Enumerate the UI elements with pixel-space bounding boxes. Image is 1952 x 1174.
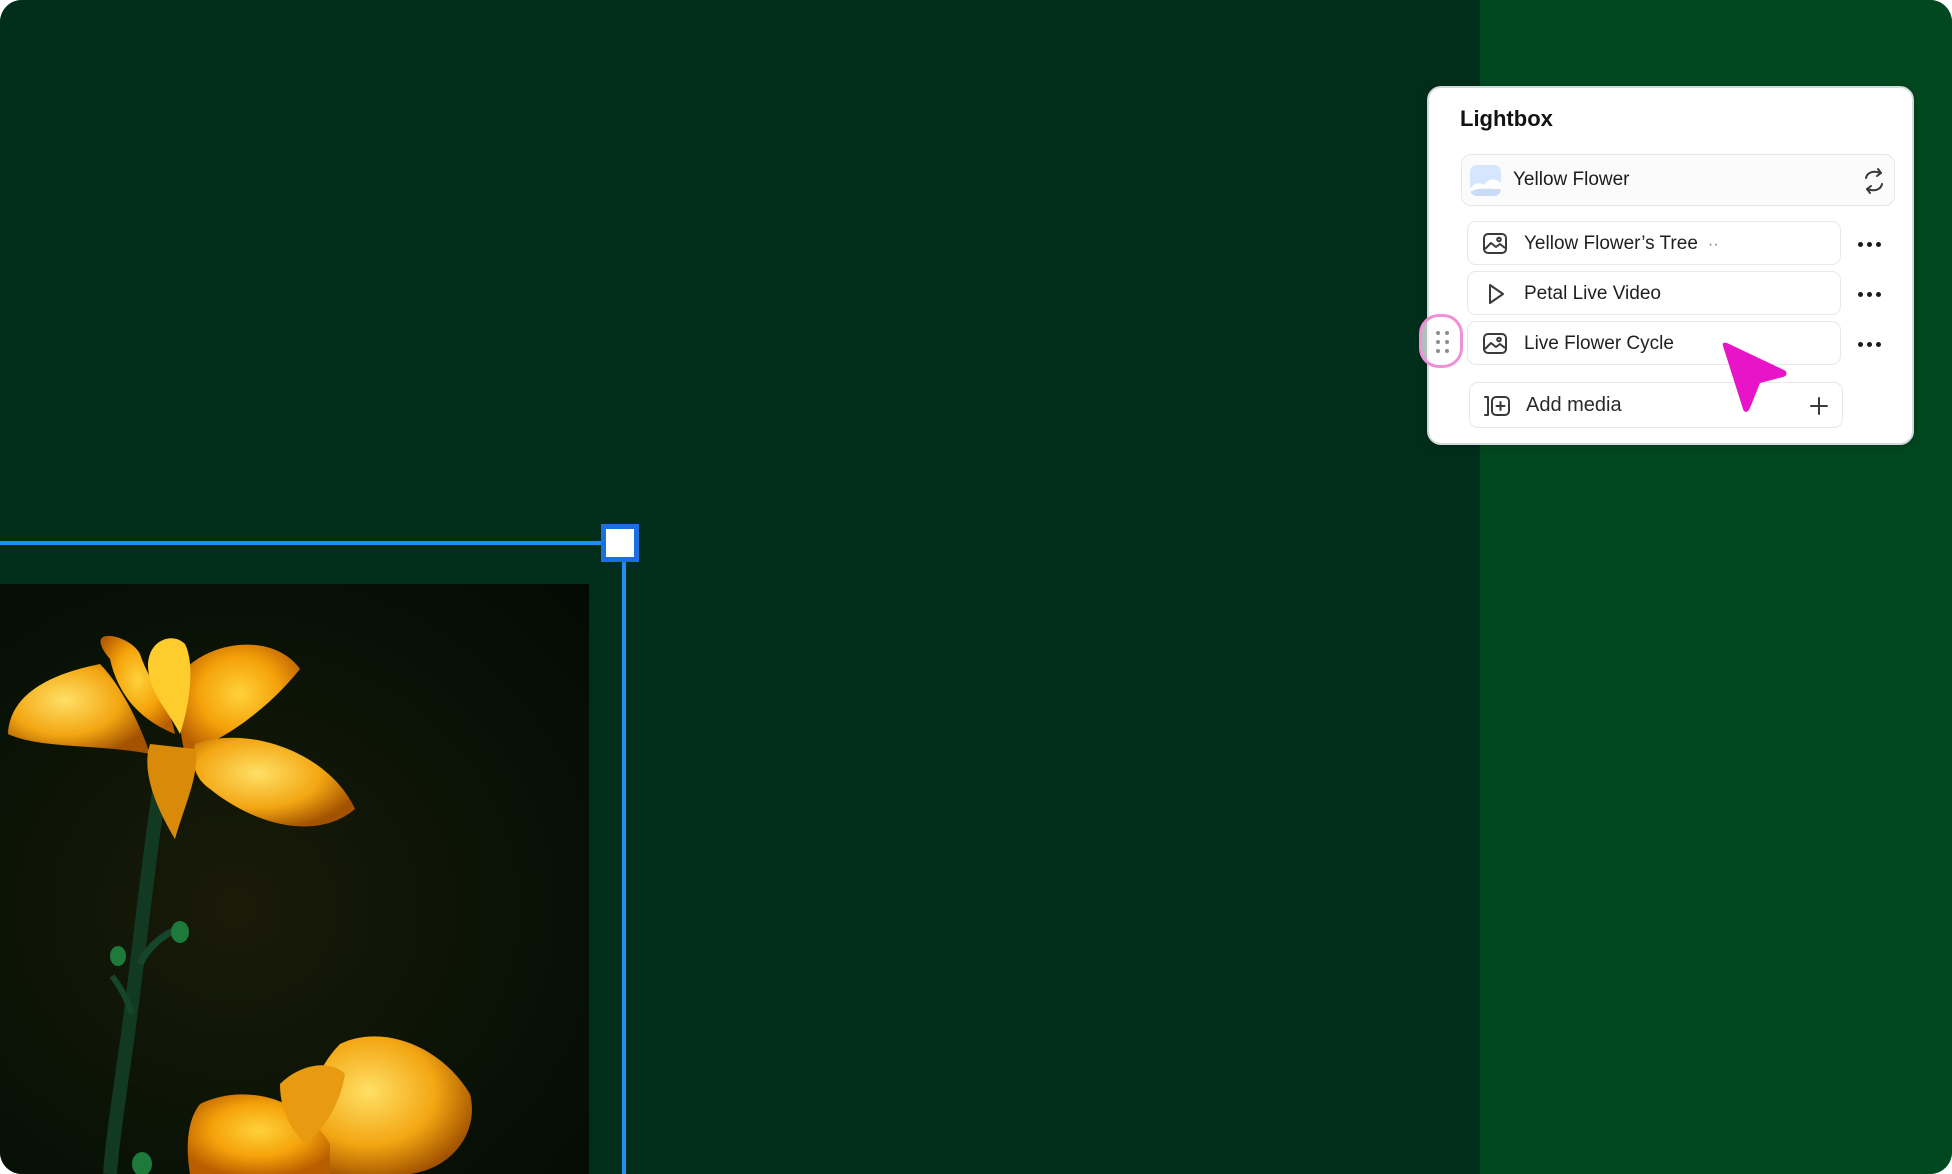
media-item-yellow-flowers-tree[interactable]: Yellow Flower’s Tree ·· [1467,221,1841,265]
image-icon [1482,332,1508,356]
panel-title: Lightbox [1460,106,1553,131]
media-item-label: Yellow Flower’s Tree ·· [1524,233,1719,254]
selection-top-edge[interactable] [0,541,625,545]
flower-illustration [8,635,472,1174]
media-item-label: Petal Live Video [1524,283,1661,304]
source-label: Yellow Flower [1513,169,1630,190]
add-media-label: Add media [1526,394,1622,416]
image-icon [1482,232,1508,256]
editor-stage: Lightbox Yellow Flower Yellow Flower’s T… [0,0,1952,1174]
selection-resize-handle[interactable] [601,524,639,562]
more-horizontal-icon[interactable] [1855,334,1885,354]
plus-icon[interactable] [1808,395,1830,417]
lightbox-source-field[interactable]: Yellow Flower [1461,154,1895,206]
drag-handle-icon[interactable] [1419,314,1463,368]
swap-icon[interactable] [1860,167,1888,195]
selection-right-edge[interactable] [622,545,626,1174]
landscape-thumbnail-icon [1470,165,1501,196]
media-item-label: Live Flower Cycle [1524,333,1674,354]
play-icon [1482,282,1508,306]
more-horizontal-icon[interactable] [1855,284,1885,304]
lightbox-panel: Lightbox Yellow Flower Yellow Flower’s T… [1419,86,1914,445]
media-item-petal-live-video[interactable]: Petal Live Video [1467,271,1841,315]
pointer-cursor-icon [1720,342,1790,416]
flower-image[interactable] [0,584,589,1174]
more-horizontal-icon[interactable] [1855,234,1885,254]
add-media-icon [1482,394,1512,418]
